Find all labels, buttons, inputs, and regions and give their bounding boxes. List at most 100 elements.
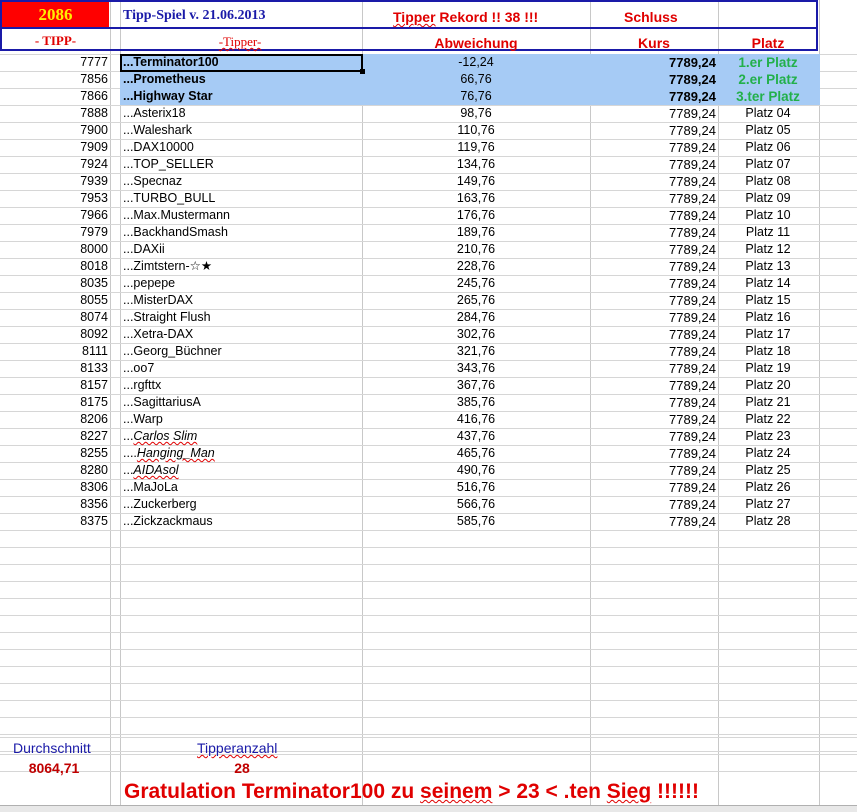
tipper-name-cell[interactable]: ...Georg_Büchner <box>123 343 361 360</box>
platz-cell[interactable]: Platz 16 <box>718 309 818 326</box>
kurs-cell[interactable]: 7789,24 <box>590 462 716 479</box>
abweichung-cell[interactable]: -12,24 <box>362 54 590 71</box>
abweichung-cell[interactable]: 245,76 <box>362 275 590 292</box>
tipp-cell[interactable]: 7939 <box>0 173 108 190</box>
kurs-cell[interactable]: 7789,24 <box>590 105 716 122</box>
tipper-name-cell[interactable]: ...DAX10000 <box>123 139 361 156</box>
kurs-cell[interactable]: 7789,24 <box>590 173 716 190</box>
kurs-cell[interactable]: 7789,24 <box>590 445 716 462</box>
schluss-header[interactable]: Schluss <box>624 4 678 30</box>
abweichung-cell[interactable]: 465,76 <box>362 445 590 462</box>
tipp-cell[interactable]: 8133 <box>0 360 108 377</box>
tipp-cell[interactable]: 8206 <box>0 411 108 428</box>
abweichung-cell[interactable]: 228,76 <box>362 258 590 275</box>
table-row[interactable]: 7856 ...Prometheus 66,76 7789,24 2.er Platz <box>0 71 857 88</box>
table-row[interactable]: 7909 ...DAX10000 119,76 7789,24 Platz 06 <box>0 139 857 156</box>
platz-cell[interactable]: Platz 08 <box>718 173 818 190</box>
kurs-cell[interactable]: 7789,24 <box>590 309 716 326</box>
kurs-cell[interactable]: 7789,24 <box>590 394 716 411</box>
kurs-cell[interactable]: 7789,24 <box>590 224 716 241</box>
platz-cell[interactable]: Platz 12 <box>718 241 818 258</box>
platz-cell[interactable]: Platz 18 <box>718 343 818 360</box>
table-row[interactable]: 8157 ...rgfttx 367,76 7789,24 Platz 20 <box>0 377 857 394</box>
platz-cell[interactable]: Platz 14 <box>718 275 818 292</box>
kurs-cell[interactable]: 7789,24 <box>590 326 716 343</box>
kurs-cell[interactable]: 7789,24 <box>590 360 716 377</box>
table-row[interactable]: 8280 ...AIDAsol 490,76 7789,24 Platz 25 <box>0 462 857 479</box>
tipper-name-cell[interactable]: ...DAXii <box>123 241 361 258</box>
abweichung-cell[interactable]: 66,76 <box>362 71 590 88</box>
kurs-cell[interactable]: 7789,24 <box>590 54 716 71</box>
kurs-cell[interactable]: 7789,24 <box>590 479 716 496</box>
abweichung-cell[interactable]: 149,76 <box>362 173 590 190</box>
fill-handle[interactable] <box>360 69 365 74</box>
table-row[interactable]: 8000 ...DAXii 210,76 7789,24 Platz 12 <box>0 241 857 258</box>
abweichung-cell[interactable]: 343,76 <box>362 360 590 377</box>
tipper-name-cell[interactable]: ...Straight Flush <box>123 309 361 326</box>
abweichung-cell[interactable]: 437,76 <box>362 428 590 445</box>
table-row[interactable]: 8255 ....Hanging_Man 465,76 7789,24 Platz 24 <box>0 445 857 462</box>
kurs-cell[interactable]: 7789,24 <box>590 139 716 156</box>
abweichung-cell[interactable]: 210,76 <box>362 241 590 258</box>
tipp-cell[interactable]: 8175 <box>0 394 108 411</box>
congratulation-message[interactable]: Gratulation Terminator100 zu seinem > 23… <box>124 780 699 804</box>
platz-cell[interactable]: Platz 13 <box>718 258 818 275</box>
table-row[interactable]: 8055 ...MisterDAX 265,76 7789,24 Platz 15 <box>0 292 857 309</box>
tipper-name-cell[interactable]: ...pepepe <box>123 275 361 292</box>
tipper-name-cell[interactable]: ...oo7 <box>123 360 361 377</box>
abweichung-cell[interactable]: 284,76 <box>362 309 590 326</box>
abweichung-cell[interactable]: 98,76 <box>362 105 590 122</box>
tipper-count-label[interactable]: Tipperanzahl <box>197 740 277 756</box>
platz-cell[interactable]: Platz 23 <box>718 428 818 445</box>
table-row[interactable]: 7888 ...Asterix18 98,76 7789,24 Platz 04 <box>0 105 857 122</box>
tipp-cell[interactable]: 7953 <box>0 190 108 207</box>
tipper-column-header[interactable]: -Tipper- <box>200 30 280 54</box>
kurs-cell[interactable]: 7789,24 <box>590 241 716 258</box>
tipp-cell[interactable]: 7888 <box>0 105 108 122</box>
tipper-name-cell[interactable]: ...Prometheus <box>123 71 361 88</box>
table-row[interactable]: 8356 ...Zuckerberg 566,76 7789,24 Platz 27 <box>0 496 857 513</box>
table-row[interactable]: 7966 ...Max.Mustermann 176,76 7789,24 Platz … <box>0 207 857 224</box>
tipp-cell[interactable]: 7924 <box>0 156 108 173</box>
platz-cell[interactable]: 3.ter Platz <box>718 88 818 105</box>
platz-cell[interactable]: Platz 21 <box>718 394 818 411</box>
kurs-cell[interactable]: 7789,24 <box>590 343 716 360</box>
kurs-cell[interactable]: 7789,24 <box>590 122 716 139</box>
tipper-name-cell[interactable]: ...SagittariusA <box>123 394 361 411</box>
kurs-cell[interactable]: 7789,24 <box>590 513 716 530</box>
kurs-cell[interactable]: 7789,24 <box>590 496 716 513</box>
tipp-column-header[interactable]: - TIPP- <box>2 29 109 50</box>
kurs-cell[interactable]: 7789,24 <box>590 71 716 88</box>
tipp-cell[interactable]: 7966 <box>0 207 108 224</box>
tipper-count-value[interactable]: 28 <box>197 760 287 776</box>
abweichung-cell[interactable]: 119,76 <box>362 139 590 156</box>
table-row[interactable]: 7979 ...BackhandSmash 189,76 7789,24 Platz 1… <box>0 224 857 241</box>
abweichung-cell[interactable]: 321,76 <box>362 343 590 360</box>
tipper-name-cell[interactable]: ...TOP_SELLER <box>123 156 361 173</box>
abweichung-cell[interactable]: 585,76 <box>362 513 590 530</box>
platz-cell[interactable]: Platz 26 <box>718 479 818 496</box>
abweichung-cell[interactable]: 367,76 <box>362 377 590 394</box>
table-row[interactable]: 8092 ...Xetra-DAX 302,76 7789,24 Platz 17 <box>0 326 857 343</box>
tipper-name-cell[interactable]: ...Specnaz <box>123 173 361 190</box>
tipp-cell[interactable]: 8018 <box>0 258 108 275</box>
kurs-cell[interactable]: 7789,24 <box>590 190 716 207</box>
platz-cell[interactable]: Platz 07 <box>718 156 818 173</box>
tipper-name-cell[interactable]: ...Zimtstern-☆★ <box>123 258 361 275</box>
kurs-cell[interactable]: 7789,24 <box>590 428 716 445</box>
tipp-cell[interactable]: 7866 <box>0 88 108 105</box>
tipper-name-cell[interactable]: ...Warp <box>123 411 361 428</box>
table-row[interactable]: 7924 ...TOP_SELLER 134,76 7789,24 Platz 07 <box>0 156 857 173</box>
platz-cell[interactable]: Platz 25 <box>718 462 818 479</box>
year-cell[interactable]: 2086 <box>2 2 109 27</box>
tipp-cell[interactable]: 8055 <box>0 292 108 309</box>
tipper-name-cell[interactable]: ...AIDAsol <box>123 462 361 479</box>
platz-cell[interactable]: Platz 27 <box>718 496 818 513</box>
platz-cell[interactable]: Platz 04 <box>718 105 818 122</box>
table-row[interactable]: 8375 ...Zickzackmaus 585,76 7789,24 Platz 28 <box>0 513 857 530</box>
tipp-cell[interactable]: 8255 <box>0 445 108 462</box>
platz-cell[interactable]: Platz 24 <box>718 445 818 462</box>
tipper-name-cell[interactable]: ...Zickzackmaus <box>123 513 361 530</box>
kurs-cell[interactable]: 7789,24 <box>590 275 716 292</box>
tipper-name-cell[interactable]: ...Carlos Slim <box>123 428 361 445</box>
